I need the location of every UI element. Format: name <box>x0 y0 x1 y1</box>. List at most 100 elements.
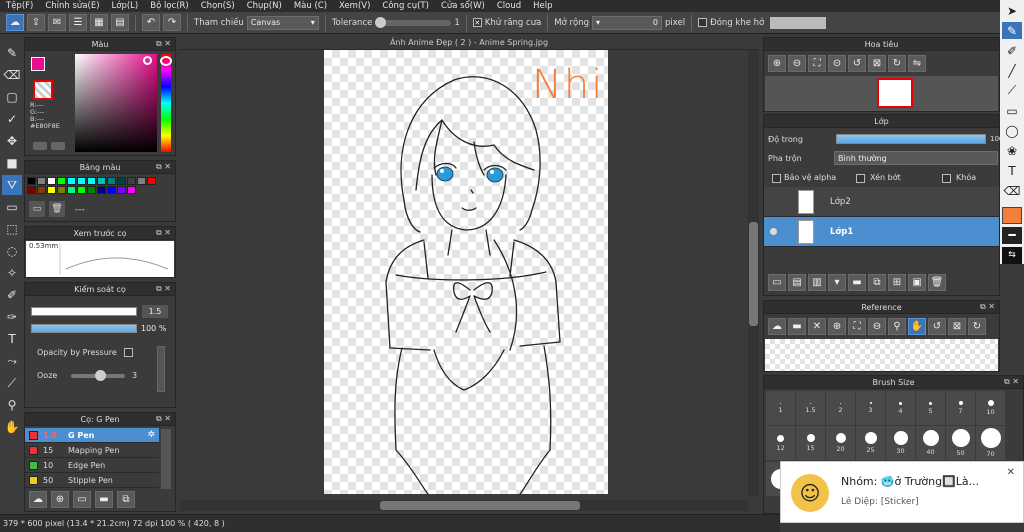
swap-color-icon[interactable] <box>33 142 47 150</box>
line-icon[interactable]: ╱ <box>1002 62 1022 79</box>
select-pen-icon[interactable]: ✐ <box>2 285 22 305</box>
close-icon[interactable]: ✕ <box>1007 467 1015 478</box>
menu-item-0[interactable]: Tệp(F) <box>0 1 39 11</box>
folder-icon[interactable]: ▬ <box>95 491 113 508</box>
close-gap-slider[interactable] <box>770 16 827 29</box>
menu-item-1[interactable]: Chỉnh sửa(E) <box>39 1 105 11</box>
menu-item-5[interactable]: Chụp(N) <box>241 1 288 11</box>
export-icon[interactable]: ⇪ <box>27 14 45 31</box>
palette-swatch[interactable] <box>147 177 156 185</box>
grid-icon[interactable]: ▦ <box>90 14 108 31</box>
palette-swatch[interactable] <box>97 177 106 185</box>
blend-select[interactable]: Bình thường <box>834 151 998 165</box>
new-palette-button[interactable]: ▭ <box>29 201 45 217</box>
brush-size-cell[interactable]: 1.5 <box>796 391 825 425</box>
palette-swatch[interactable] <box>57 177 66 185</box>
divider-tool-icon[interactable]: ⟋ <box>2 373 22 393</box>
brush-size-cell[interactable]: 15 <box>796 426 825 460</box>
palette-swatch[interactable] <box>57 186 66 194</box>
trash-icon[interactable]: 🗑 <box>49 201 65 217</box>
brush-item[interactable]: 50 Stipple Pen <box>25 473 159 488</box>
ooze-slider[interactable] <box>71 370 125 381</box>
horizontal-scrollbar-thumb[interactable] <box>380 501 580 510</box>
chat-notification[interactable]: ☺ Nhóm: 🥶ở Trường🔲Là... Lê Diệp: [Sticke… <box>780 461 1024 523</box>
drawing-canvas[interactable]: Nhi <box>324 50 608 494</box>
eraser-tool-icon[interactable]: ⌫ <box>2 65 22 85</box>
tolerance-slider-knob[interactable] <box>375 16 387 28</box>
open-ref-icon[interactable]: ▬ <box>788 318 806 335</box>
fill-rect-tool-icon[interactable]: ■ <box>2 153 22 173</box>
duplicate-icon[interactable]: ⧉ <box>117 491 135 508</box>
menu-item-8[interactable]: Công cụ(T) <box>376 1 435 11</box>
palette-swatch[interactable] <box>27 186 36 194</box>
navigator-preview[interactable] <box>765 76 998 111</box>
fg-color-swatch[interactable] <box>31 57 45 71</box>
check-tool-icon[interactable]: ✓ <box>2 109 22 129</box>
palette-swatch[interactable] <box>117 186 126 194</box>
flip-icon[interactable]: ⇋ <box>908 55 926 72</box>
close-icon[interactable]: ⧉ ✕ <box>980 302 995 312</box>
list-icon[interactable]: ☰ <box>69 14 87 31</box>
palette-swatch[interactable] <box>87 177 96 185</box>
palette-swatch[interactable] <box>47 177 56 185</box>
palette-swatch[interactable] <box>107 186 116 194</box>
marker-icon[interactable]: ✐ <box>1002 42 1022 59</box>
ref-rotate-right-icon[interactable]: ↻ <box>968 318 986 335</box>
text-tool-icon[interactable]: T <box>2 329 22 349</box>
gear-icon[interactable]: ✲ <box>147 430 155 440</box>
ref-rotate-left-icon[interactable]: ↺ <box>928 318 946 335</box>
lasso-icon[interactable]: ◌ <box>2 241 22 261</box>
close-icon[interactable]: ⧉ ✕ <box>156 228 171 238</box>
layer-folder-icon[interactable]: ▬ <box>848 274 866 291</box>
palette-swatch[interactable] <box>127 177 136 185</box>
new-layer-8bit-icon[interactable]: ▤ <box>788 274 806 291</box>
antialias-checkbox[interactable]: ✕ <box>472 18 482 27</box>
eraser-icon[interactable]: ⌫ <box>1002 183 1022 200</box>
rect-tool-icon[interactable]: ▢ <box>2 87 22 107</box>
brush-size-cell[interactable]: 25 <box>856 426 885 460</box>
ruler-icon[interactable]: ▤ <box>111 14 129 31</box>
ref-rotate-reset-icon[interactable]: ⊠ <box>948 318 966 335</box>
menu-item-11[interactable]: Help <box>527 1 558 11</box>
undo-icon[interactable]: ↶ <box>142 14 160 31</box>
expand-input[interactable]: ▾ 0 <box>592 15 663 30</box>
palette-swatch[interactable] <box>27 177 36 185</box>
clipping-checkbox[interactable] <box>856 174 865 183</box>
saturation-value-square[interactable] <box>75 54 157 152</box>
add-brush-icon[interactable]: ⊕ <box>51 491 69 508</box>
protect-alpha-checkbox[interactable] <box>772 174 781 183</box>
palette-swatch[interactable] <box>77 177 86 185</box>
hue-cursor[interactable] <box>160 56 172 66</box>
palette-swatch[interactable] <box>67 177 76 185</box>
palette-swatch[interactable] <box>37 186 46 194</box>
close-icon[interactable]: ⧉ ✕ <box>156 284 171 294</box>
brush-size-cell[interactable]: 30 <box>886 426 915 460</box>
pointer-icon[interactable]: ➤ <box>1002 2 1022 19</box>
curve-icon[interactable]: ⟋ <box>1002 82 1022 99</box>
copy-brush-icon[interactable]: ▭ <box>73 491 91 508</box>
bg-color-swatch[interactable] <box>33 80 53 100</box>
menu-item-9[interactable]: Cửa sổ(W) <box>435 1 491 11</box>
brush-item[interactable]: 15 Mapping Pen <box>25 443 159 458</box>
tolerance-slider[interactable] <box>375 16 452 28</box>
brush-tool-icon[interactable]: ✎ <box>2 43 22 63</box>
brush-size-cell[interactable]: 2 <box>826 391 855 425</box>
palette-swatch[interactable] <box>37 177 46 185</box>
menu-item-6[interactable]: Màu (C) <box>288 1 333 11</box>
magic-wand-icon[interactable]: ✧ <box>2 263 22 283</box>
opacity-pressure-checkbox[interactable] <box>124 348 133 357</box>
ref-eyedropper-icon[interactable]: ⚲ <box>888 318 906 335</box>
ref-hand-icon[interactable]: ✋ <box>908 318 926 335</box>
rotate-reset-icon[interactable]: ⊠ <box>868 55 886 72</box>
delete-layer-icon[interactable]: 🗑 <box>928 274 946 291</box>
brush-size-cell[interactable]: 5 <box>916 391 945 425</box>
zoom-out-icon[interactable]: ⊖ <box>788 55 806 72</box>
cloud-ref-icon[interactable]: ☁ <box>768 318 786 335</box>
select-eraser-icon[interactable]: ✑ <box>2 307 22 327</box>
fit-icon[interactable]: ⛶ <box>808 55 826 72</box>
brush-size-cell[interactable]: 10 <box>976 391 1005 425</box>
copy-layer-icon[interactable]: ⧉ <box>868 274 886 291</box>
move-tool-icon[interactable]: ✥ <box>2 131 22 151</box>
size-slider[interactable] <box>31 307 137 316</box>
close-icon[interactable]: ⧉ ✕ <box>1004 377 1019 387</box>
